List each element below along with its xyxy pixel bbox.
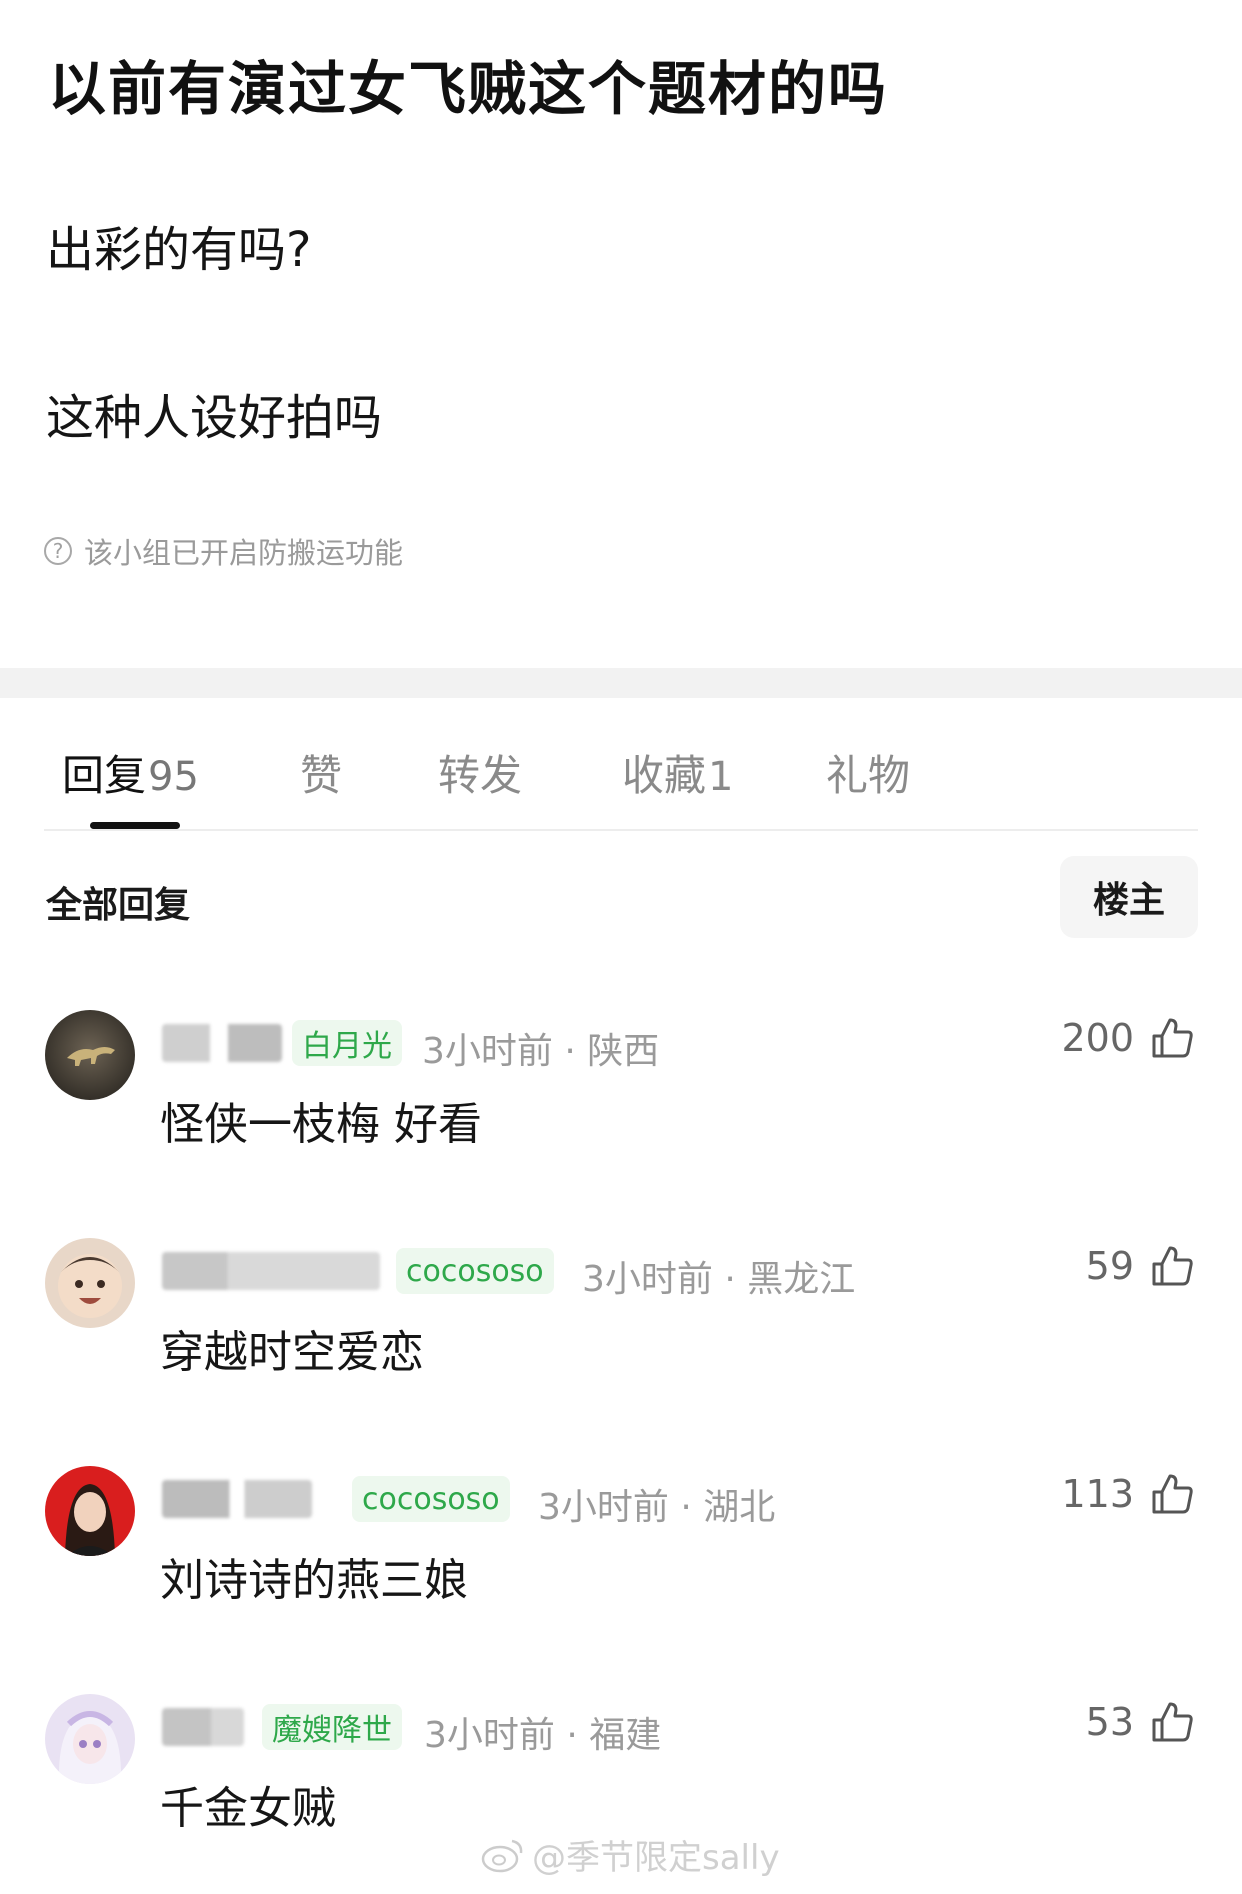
comment-text: 千金女贼 bbox=[160, 1783, 336, 1834]
like-count: 113 bbox=[1061, 1472, 1134, 1516]
like-button[interactable]: 200 bbox=[1061, 1014, 1196, 1062]
anti-repost-notice[interactable]: ? 该小组已开启防搬运功能 bbox=[44, 530, 403, 572]
tab-count: 1 bbox=[708, 754, 734, 800]
tab-gifts[interactable]: 礼物 bbox=[826, 742, 910, 803]
tab-divider bbox=[44, 829, 1198, 831]
comment-text: 刘诗诗的燕三娘 bbox=[160, 1555, 468, 1606]
username-redacted[interactable] bbox=[162, 1708, 244, 1746]
like-button[interactable]: 113 bbox=[1061, 1470, 1196, 1518]
group-badge: 白月光 bbox=[292, 1020, 402, 1066]
thumbs-up-icon bbox=[1152, 1246, 1193, 1286]
comment-text: 穿越时空爱恋 bbox=[160, 1327, 424, 1378]
like-button[interactable]: 53 bbox=[1086, 1698, 1196, 1746]
like-button[interactable]: 59 bbox=[1086, 1242, 1196, 1290]
like-count: 53 bbox=[1085, 1700, 1134, 1744]
username-redacted[interactable] bbox=[162, 1480, 312, 1518]
watermark-text: @季节限定sally bbox=[532, 1838, 780, 1878]
thumbs-up-icon bbox=[1152, 1474, 1193, 1514]
username-redacted[interactable] bbox=[162, 1024, 282, 1062]
comment-meta: 3小时前 · 黑龙江 bbox=[582, 1259, 856, 1300]
like-count: 200 bbox=[1061, 1016, 1134, 1060]
tab-reposts[interactable]: 转发 bbox=[438, 742, 522, 803]
comment-meta: 3小时前 · 湖北 bbox=[538, 1487, 776, 1528]
notice-text: 该小组已开启防搬运功能 bbox=[84, 536, 404, 570]
tab-label: 回复 bbox=[62, 751, 147, 800]
thumbs-up-icon bbox=[1152, 1018, 1193, 1058]
all-replies-label: 全部回复 bbox=[46, 885, 191, 926]
group-badge: cocososo bbox=[396, 1248, 554, 1294]
comment-item: 白月光 3小时前 · 陕西 200 怪侠一枝梅 好看 bbox=[0, 1010, 1242, 1210]
group-badge: 魔嫂降世 bbox=[262, 1704, 402, 1750]
tab-label: 收藏 bbox=[622, 751, 707, 800]
username-redacted[interactable] bbox=[162, 1252, 380, 1290]
post-text-line: 出彩的有吗? bbox=[46, 222, 312, 278]
active-tab-indicator bbox=[90, 822, 180, 829]
owner-only-button[interactable]: 楼主 bbox=[1060, 856, 1198, 938]
avatar[interactable] bbox=[45, 1694, 135, 1784]
like-count: 59 bbox=[1085, 1244, 1134, 1288]
tab-label: 礼物 bbox=[826, 751, 911, 800]
post-body: 以前有演过女飞贼这个题材的吗 出彩的有吗? 这种人设好拍吗 ? 该小组已开启防搬… bbox=[0, 0, 1242, 668]
post-title: 以前有演过女飞贼这个题材的吗 bbox=[48, 55, 889, 123]
post-text-line: 这种人设好拍吗 bbox=[46, 390, 383, 446]
comment-meta: 3小时前 · 陕西 bbox=[422, 1031, 660, 1072]
tab-bar: 回复95 赞 转发 收藏1 礼物 bbox=[0, 698, 1242, 831]
section-divider bbox=[0, 668, 1242, 698]
weibo-watermark: @季节限定sally bbox=[480, 1830, 780, 1879]
thumbs-up-icon bbox=[1152, 1702, 1193, 1742]
question-circle-icon: ? bbox=[44, 537, 72, 565]
comment-item: cocososo 3小时前 · 黑龙江 59 穿越时空爱恋 bbox=[0, 1238, 1242, 1438]
tab-replies[interactable]: 回复95 bbox=[62, 742, 199, 803]
avatar[interactable] bbox=[45, 1010, 135, 1100]
tab-favorites[interactable]: 收藏1 bbox=[622, 742, 733, 803]
weibo-logo-icon bbox=[481, 1839, 523, 1872]
tab-label: 赞 bbox=[300, 751, 343, 800]
comment-item: cocososo 3小时前 · 湖北 113 刘诗诗的燕三娘 bbox=[0, 1466, 1242, 1666]
comment-meta: 3小时前 · 福建 bbox=[424, 1715, 662, 1756]
tab-count: 95 bbox=[148, 754, 199, 800]
tab-likes[interactable]: 赞 bbox=[300, 742, 342, 803]
avatar[interactable] bbox=[45, 1238, 135, 1328]
group-badge: cocososo bbox=[352, 1476, 510, 1522]
comment-text: 怪侠一枝梅 好看 bbox=[160, 1099, 482, 1150]
avatar[interactable] bbox=[45, 1466, 135, 1556]
tab-label: 转发 bbox=[438, 751, 523, 800]
